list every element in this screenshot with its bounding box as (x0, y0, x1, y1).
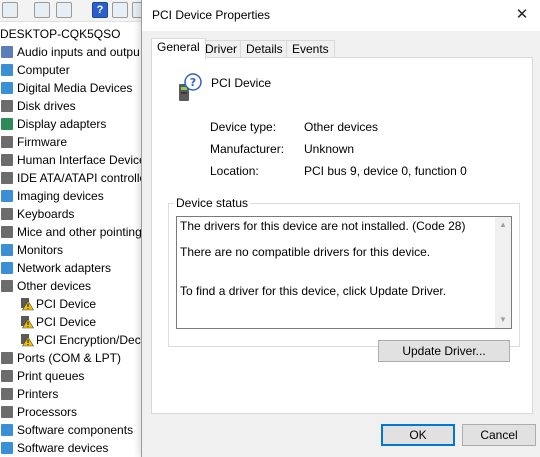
location-value: PCI bus 9, device 0, function 0 (304, 164, 467, 178)
device-name: PCI Device (211, 76, 272, 90)
toolbar-icon[interactable] (112, 2, 128, 18)
tab-events[interactable]: Events (286, 40, 335, 58)
tree-item-label: Imaging devices (17, 189, 104, 203)
device-status-textbox[interactable]: The drivers for this device are not inst… (176, 216, 512, 329)
status-scrollbar[interactable]: ▲ ▼ (495, 217, 511, 328)
dialog-title: PCI Device Properties (152, 8, 271, 22)
toolbar-icon[interactable] (56, 2, 72, 18)
display-adapter-icon (1, 118, 13, 130)
mouse-icon (1, 226, 13, 238)
software-component-icon (1, 424, 13, 436)
properties-dialog: PCI Device Properties ✕ General Driver D… (141, 0, 540, 457)
tree-item-label: Mice and other pointing (17, 225, 142, 239)
disk-drive-icon (1, 100, 13, 112)
port-icon (1, 352, 13, 364)
tree-item-label: PCI Device (36, 315, 97, 329)
device-status-text: The drivers for this device are not inst… (180, 220, 490, 298)
firmware-icon (1, 136, 13, 148)
manufacturer-value: Unknown (304, 142, 355, 156)
properties-toolbar-icon[interactable] (2, 2, 18, 18)
monitor-icon (1, 244, 13, 256)
tree-item-label: Processors (17, 405, 78, 419)
print-queue-icon (1, 370, 13, 382)
hid-icon (1, 154, 13, 166)
media-device-icon (1, 82, 13, 94)
tree-item-label: Keyboards (17, 207, 75, 221)
tree-item-label: Ports (COM & LPT) (17, 351, 122, 365)
speaker-icon (1, 46, 13, 58)
tree-item-label: Software devices (17, 441, 109, 455)
scroll-up-icon[interactable]: ▲ (495, 217, 511, 233)
warning-icon (21, 334, 34, 347)
tree-item-label: Computer (17, 63, 70, 77)
close-icon[interactable]: ✕ (511, 4, 533, 26)
tree-item-label: Print queues (17, 369, 85, 383)
warning-icon (21, 316, 34, 329)
printer-icon (1, 388, 13, 400)
tab-general[interactable]: General (151, 38, 206, 59)
status-line: The drivers for this device are not inst… (180, 219, 466, 233)
tree-item-label: Other devices (17, 279, 92, 293)
computer-icon (1, 64, 13, 76)
scroll-down-icon[interactable]: ▼ (495, 312, 511, 328)
general-tab-panel: ? PCI Device Device type: Other devices … (151, 57, 533, 414)
tree-item-label: IDE ATA/ATAPI controlle (17, 171, 147, 185)
software-device-icon (1, 442, 13, 454)
tree-item-label: Digital Media Devices (17, 81, 133, 95)
tree-item-label: Software components (17, 423, 134, 437)
tree-item-label: Network adapters (17, 261, 112, 275)
camera-icon (1, 190, 13, 202)
tree-item-label: Disk drives (17, 99, 76, 113)
help-icon[interactable]: ? (92, 2, 108, 18)
tree-item-label: Display adapters (17, 117, 107, 131)
ok-button[interactable]: OK (381, 424, 455, 446)
manufacturer-label: Manufacturer: (210, 142, 285, 156)
status-line: There are no compatible drivers for this… (180, 245, 431, 259)
tree-root-computer-name[interactable]: DESKTOP-CQK5QSO (0, 26, 120, 42)
device-type-label: Device type: (210, 120, 277, 134)
unknown-device-icon: ? (179, 73, 202, 101)
toolbar-icon[interactable] (34, 2, 50, 18)
ide-controller-icon (1, 172, 13, 184)
device-type-value: Other devices (304, 120, 379, 134)
status-line: To find a driver for this device, click … (180, 284, 447, 298)
device-status-title: Device status (174, 196, 251, 210)
device-manager-window: ? DESKTOP-CQK5QSO Audio inputs and outpu… (0, 0, 150, 457)
svg-text:?: ? (190, 76, 196, 89)
cancel-button[interactable]: Cancel (462, 424, 536, 446)
device-manager-toolbar: ? (0, 0, 150, 22)
tree-item-label: Firmware (17, 135, 67, 149)
tree-item-label: Monitors (17, 243, 64, 257)
update-driver-button[interactable]: Update Driver... (378, 340, 510, 362)
tree-item-label: Human Interface Device (17, 153, 146, 167)
network-adapter-icon (1, 262, 13, 274)
dialog-titlebar[interactable]: PCI Device Properties ✕ (142, 0, 540, 31)
processor-icon (1, 406, 13, 418)
tree-item-label: PCI Encryption/Decr (36, 333, 145, 347)
tab-details[interactable]: Details (240, 40, 289, 58)
tree-item-label: Printers (17, 387, 59, 401)
warning-icon (21, 298, 34, 311)
keyboard-icon (1, 208, 13, 220)
tree-item-label: Audio inputs and outpu (17, 45, 140, 59)
unknown-device-icon (1, 280, 13, 292)
tree-item-label: PCI Device (36, 297, 97, 311)
location-label: Location: (210, 164, 259, 178)
